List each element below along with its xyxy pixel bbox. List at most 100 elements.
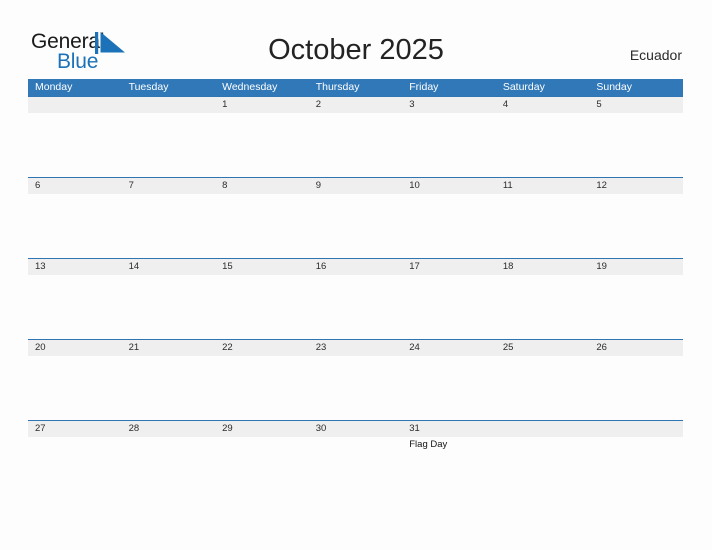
event-cell: Flag Day (402, 437, 496, 501)
week-date-strip: 20 21 22 23 24 25 26 (28, 340, 683, 356)
event-cell (122, 113, 216, 177)
day-cell[interactable]: 5 (589, 97, 683, 113)
event-cell (28, 194, 122, 258)
day-number: 6 (35, 180, 41, 191)
day-number: 21 (128, 342, 140, 353)
event-cell (122, 356, 216, 420)
day-number: 29 (222, 423, 233, 434)
day-cell[interactable]: 8 (215, 178, 309, 194)
day-number: 2 (315, 99, 321, 110)
day-cell[interactable]: 14 (122, 259, 216, 275)
day-number: 27 (35, 423, 46, 434)
day-cell[interactable]: 28 (122, 421, 216, 437)
day-cell[interactable]: 18 (496, 259, 590, 275)
event-cell (402, 275, 496, 339)
event-cell (215, 194, 309, 258)
event-cell (589, 275, 683, 339)
day-number: 9 (315, 180, 321, 191)
day-number: 12 (596, 180, 607, 191)
event-cell (309, 113, 403, 177)
event-cell (215, 113, 309, 177)
day-number (129, 97, 216, 113)
calendar-week-row: 27 28 29 30 31 Flag Day (28, 420, 683, 501)
event-cell (122, 275, 216, 339)
day-cell[interactable]: 21 (122, 340, 216, 356)
weekday-header-thursday: Thursday (315, 81, 360, 93)
day-cell[interactable] (496, 421, 590, 437)
day-number: 16 (315, 261, 327, 272)
week-event-layer (28, 275, 683, 339)
day-number: 19 (596, 261, 607, 272)
event-cell (402, 194, 496, 258)
week-date-strip: 6 7 8 9 10 11 12 (28, 178, 683, 194)
day-cell[interactable] (122, 97, 216, 113)
day-cell[interactable]: 30 (309, 421, 403, 437)
day-cell[interactable]: 22 (215, 340, 309, 356)
event-cell (402, 113, 496, 177)
calendar-grid: Monday Tuesday Wednesday Thursday Friday… (28, 79, 683, 501)
day-cell[interactable]: 17 (402, 259, 496, 275)
event-cell (309, 356, 403, 420)
day-number: 4 (502, 99, 509, 110)
day-cell[interactable]: 3 (402, 97, 496, 113)
day-cell[interactable]: 26 (589, 340, 683, 356)
weekday-header-wednesday: Wednesday (222, 81, 278, 93)
day-cell[interactable]: 12 (589, 178, 683, 194)
day-cell[interactable]: 23 (309, 340, 403, 356)
day-number: 15 (222, 261, 233, 272)
day-cell[interactable]: 11 (496, 178, 590, 194)
day-cell[interactable]: 24 (402, 340, 496, 356)
week-date-strip: 13 14 15 16 17 18 19 (28, 259, 683, 275)
weekday-header-tuesday: Tuesday (128, 81, 169, 93)
page-header: General Blue October 2025 Ecuador (0, 0, 712, 79)
day-cell[interactable] (28, 97, 122, 113)
day-number: 22 (222, 342, 233, 353)
day-number: 17 (409, 261, 420, 272)
event-cell (215, 437, 309, 501)
day-cell[interactable]: 15 (215, 259, 309, 275)
day-number: 13 (35, 261, 46, 272)
week-event-layer: Flag Day (28, 437, 683, 501)
day-number: 10 (409, 180, 420, 191)
week-date-strip: 27 28 29 30 31 (28, 421, 683, 437)
day-number: 25 (502, 342, 514, 353)
event-cell (28, 437, 122, 501)
event-cell (589, 437, 683, 501)
day-cell[interactable]: 27 (28, 421, 122, 437)
event-label: Flag Day (409, 439, 448, 450)
day-cell[interactable]: 7 (122, 178, 216, 194)
day-cell[interactable]: 19 (589, 259, 683, 275)
calendar-week-row: 20 21 22 23 24 25 26 (28, 339, 683, 420)
event-cell (28, 113, 122, 177)
day-number: 28 (128, 423, 140, 434)
day-number: 23 (315, 342, 327, 353)
day-cell[interactable]: 10 (402, 178, 496, 194)
day-cell[interactable]: 20 (28, 340, 122, 356)
event-cell (496, 437, 590, 501)
day-cell[interactable]: 9 (309, 178, 403, 194)
day-cell[interactable]: 16 (309, 259, 403, 275)
day-cell[interactable]: 4 (496, 97, 590, 113)
week-event-layer (28, 194, 683, 258)
day-number: 30 (315, 423, 327, 434)
day-number: 11 (502, 180, 513, 191)
event-cell (402, 356, 496, 420)
weekday-header-friday: Friday (409, 81, 439, 93)
day-number: 7 (128, 180, 134, 191)
day-cell[interactable]: 25 (496, 340, 590, 356)
event-cell (496, 356, 590, 420)
day-number: 18 (502, 261, 514, 272)
event-cell (215, 356, 309, 420)
day-cell[interactable]: 1 (215, 97, 309, 113)
event-cell (496, 194, 590, 258)
day-cell[interactable] (589, 421, 683, 437)
day-cell[interactable]: 31 (402, 421, 496, 437)
week-event-layer (28, 113, 683, 177)
region-label: Ecuador (629, 47, 682, 63)
calendar-week-row: 13 14 15 16 17 18 19 (28, 258, 683, 339)
day-cell[interactable]: 6 (28, 178, 122, 194)
event-cell (496, 275, 590, 339)
day-cell[interactable]: 29 (215, 421, 309, 437)
day-cell[interactable]: 2 (309, 97, 403, 113)
day-cell[interactable]: 13 (28, 259, 122, 275)
